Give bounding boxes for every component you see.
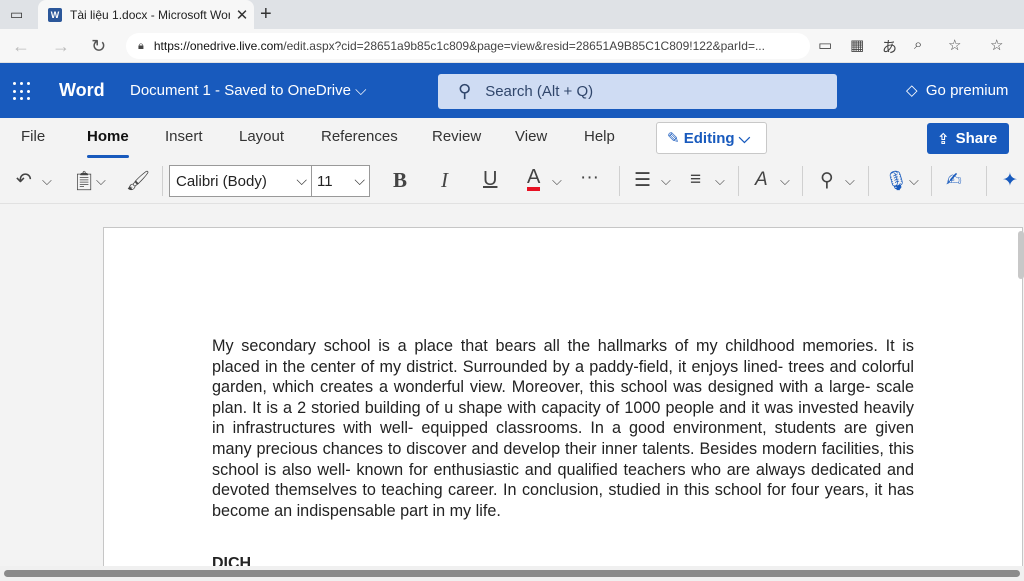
apps-icon[interactable]: ▦: [850, 36, 864, 54]
tab-home[interactable]: Home: [87, 128, 129, 158]
url-domain: https://onedrive.live.com: [153, 39, 284, 53]
home-toolbar: ↶ ⌵ 📋︎ ⌵ 🖌︎ Calibri (Body) ⌵ 11 ⌵ B I U A …: [0, 158, 1024, 204]
favorites-icon[interactable]: ☆: [990, 36, 1003, 54]
format-painter-icon[interactable]: 🖌︎: [126, 169, 150, 193]
editor-icon[interactable]: ✍: [946, 169, 962, 192]
underline-icon[interactable]: U: [483, 168, 497, 191]
url-field[interactable]: 🔒︎ https://onedrive.live.com/edit.aspx?c…: [126, 33, 810, 59]
align-icon[interactable]: ≡: [690, 169, 701, 191]
browser-tab-strip: ▭ W Tài liệu 1.docx - Microsoft Word ✕ +: [0, 0, 1024, 29]
editing-mode-button[interactable]: ✎ Editing ⌵: [656, 122, 767, 154]
toolbar-divider: [738, 166, 739, 196]
font-color-chevron-icon[interactable]: ⌵: [552, 173, 562, 189]
designer-icon[interactable]: ✦: [1002, 169, 1018, 192]
paste-icon[interactable]: 📋︎: [72, 169, 96, 193]
dictate-chevron-icon[interactable]: ⌵: [909, 173, 919, 189]
browser-tab[interactable]: W Tài liệu 1.docx - Microsoft Word ✕: [38, 0, 254, 29]
forward-icon[interactable]: →: [52, 36, 70, 57]
document-paragraph[interactable]: My secondary school is a place that bear…: [212, 336, 914, 521]
bullets-icon[interactable]: ☰: [634, 169, 651, 192]
toolbar-divider: [931, 166, 932, 196]
share-icon: ⇪: [937, 130, 950, 148]
font-color-icon[interactable]: A: [527, 167, 541, 191]
undo-menu-chevron-icon[interactable]: ⌵: [42, 173, 52, 189]
tab-insert[interactable]: Insert: [165, 128, 203, 145]
toolbar-divider: [802, 166, 803, 196]
share-button[interactable]: ⇪ Share: [927, 123, 1009, 154]
tab-help[interactable]: Help: [584, 128, 615, 145]
tab-references[interactable]: References: [321, 128, 398, 145]
chevron-down-icon: ⌵: [738, 129, 751, 147]
translate-icon[interactable]: あ: [882, 36, 897, 57]
toolbar-divider: [868, 166, 869, 196]
bullets-chevron-icon[interactable]: ⌵: [661, 173, 671, 189]
search-placeholder: Search (Alt + Q): [485, 83, 594, 100]
favorite-add-icon[interactable]: ☆: [948, 36, 961, 54]
document-page[interactable]: My secondary school is a place that bear…: [103, 227, 1023, 566]
search-icon: ⚲: [458, 81, 472, 101]
tab-review[interactable]: Review: [432, 128, 481, 145]
document-next-heading[interactable]: DICH: [212, 555, 251, 566]
paste-menu-chevron-icon[interactable]: ⌵: [96, 173, 106, 189]
italic-icon[interactable]: I: [441, 168, 448, 193]
pencil-icon: ✎: [667, 130, 680, 147]
tab-layout[interactable]: Layout: [239, 128, 284, 145]
back-icon[interactable]: ←: [12, 36, 30, 57]
lock-icon: 🔒︎: [138, 39, 144, 52]
go-premium-button[interactable]: ◇ Go premium: [906, 81, 1008, 99]
new-tab-icon[interactable]: +: [260, 3, 272, 26]
word-favicon-icon: W: [48, 7, 62, 22]
tab-view[interactable]: View: [515, 128, 547, 145]
word-header: Word Document 1 - Saved to OneDrive ⌵ ⚲ …: [0, 63, 1024, 118]
font-name-select[interactable]: Calibri (Body) ⌵: [169, 165, 312, 197]
toolbar-divider: [986, 166, 987, 196]
align-chevron-icon[interactable]: ⌵: [715, 173, 725, 189]
horizontal-scrollbar[interactable]: [0, 566, 1024, 581]
app-launcher-icon[interactable]: [13, 82, 32, 101]
tab-file[interactable]: File: [21, 128, 45, 145]
toolbar-divider: [162, 166, 163, 196]
diamond-icon: ◇: [906, 82, 918, 99]
document-title[interactable]: Document 1 - Saved to OneDrive ⌵: [130, 82, 366, 99]
find-icon[interactable]: ⚲: [820, 169, 834, 192]
styles-chevron-icon[interactable]: ⌵: [780, 173, 790, 189]
search-box[interactable]: ⚲ Search (Alt + Q): [438, 74, 837, 109]
more-options-icon[interactable]: ···: [580, 167, 599, 189]
vertical-scrollbar-thumb[interactable]: [1018, 231, 1024, 279]
app-name[interactable]: Word: [59, 80, 105, 101]
close-tab-icon[interactable]: ✕: [230, 6, 254, 24]
tab-title: Tài liệu 1.docx - Microsoft Word: [70, 7, 230, 22]
horizontal-scrollbar-thumb[interactable]: [4, 570, 1020, 577]
styles-icon[interactable]: A: [755, 169, 768, 191]
undo-icon[interactable]: ↶: [16, 169, 32, 192]
read-aloud-icon[interactable]: ▭: [818, 36, 832, 54]
chevron-down-icon: ⌵: [296, 172, 307, 188]
address-bar-row: ← → ↻ 🔒︎ https://onedrive.live.com/edit.…: [0, 29, 1024, 63]
url-path: /edit.aspx?cid=28651a9b85c1c809&page=vie…: [283, 39, 765, 53]
find-chevron-icon[interactable]: ⌵: [845, 173, 855, 189]
chevron-down-icon: ⌵: [355, 82, 367, 99]
document-canvas: My secondary school is a place that bear…: [0, 204, 1024, 566]
zoom-icon[interactable]: ⌕: [914, 36, 922, 53]
dictate-microphone-icon[interactable]: 🎙︎: [884, 169, 908, 193]
chevron-down-icon: ⌵: [354, 172, 365, 188]
refresh-icon[interactable]: ↻: [91, 36, 106, 57]
tab-actions-icon[interactable]: ▭: [10, 6, 23, 23]
bold-icon[interactable]: B: [393, 168, 407, 193]
ribbon-tabs: File Home Insert Layout References Revie…: [0, 118, 1024, 158]
toolbar-divider: [619, 166, 620, 196]
font-size-select[interactable]: 11 ⌵: [312, 165, 370, 197]
